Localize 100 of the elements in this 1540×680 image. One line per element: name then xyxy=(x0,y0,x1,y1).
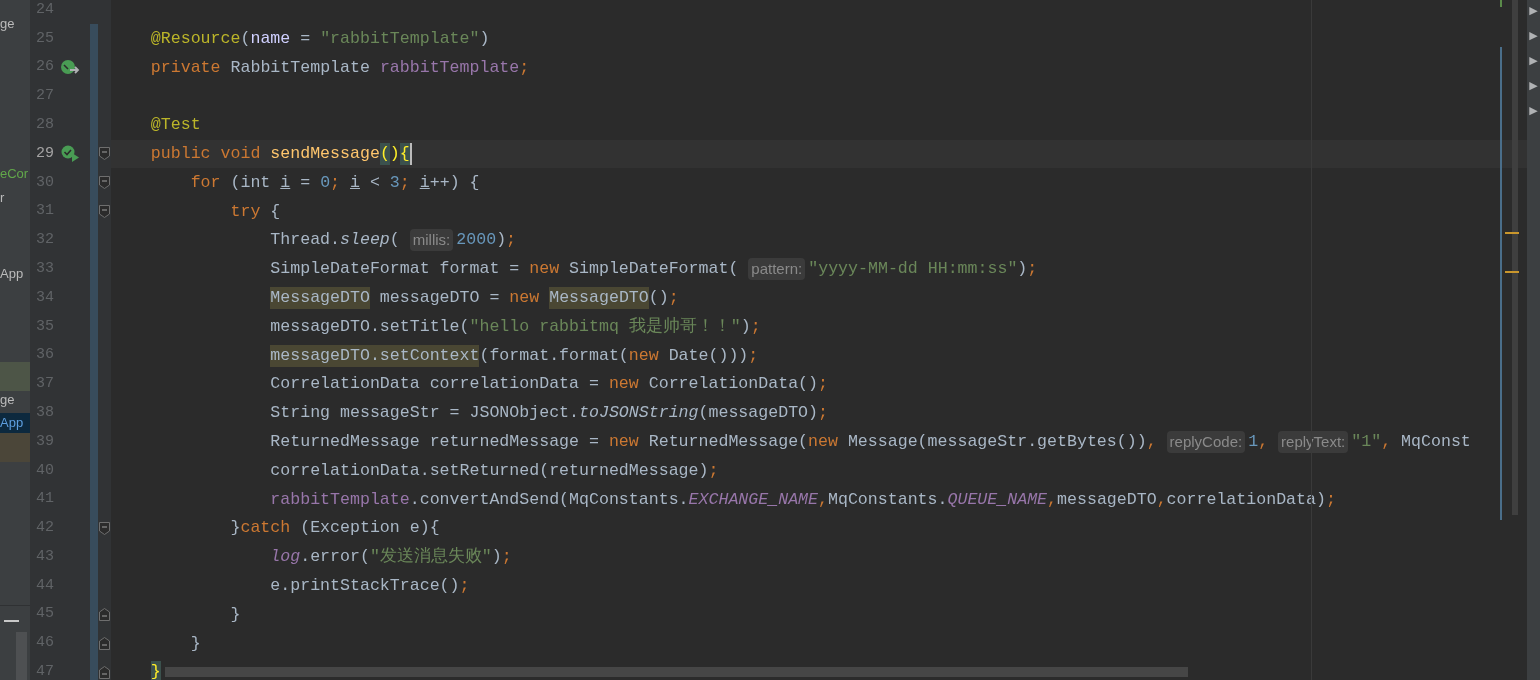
run-icon[interactable] xyxy=(60,145,80,163)
code-text: .error( xyxy=(300,546,370,569)
number-literal: 3 xyxy=(389,171,400,194)
tree-item-label[interactable]: ge xyxy=(0,392,15,407)
implementation-icon[interactable] xyxy=(60,58,80,77)
code-text: ( xyxy=(240,27,251,50)
code-text: ) xyxy=(491,546,502,569)
keyword: , xyxy=(1146,430,1157,453)
code-text: { xyxy=(269,200,281,223)
keyword: , xyxy=(818,488,828,511)
annotation-attribute: name xyxy=(250,27,291,50)
keyword: for xyxy=(190,171,221,194)
code-text: ReturnedMessage returnedMessage = xyxy=(270,430,600,453)
fold-end-icon[interactable] xyxy=(99,637,110,651)
number-literal: 0 xyxy=(320,171,331,194)
code-text: = xyxy=(299,171,312,194)
code-text: } xyxy=(190,632,201,655)
string-literal: "发送消息失败" xyxy=(369,546,492,569)
horizontal-scrollbar[interactable] xyxy=(165,667,1188,677)
fold-end-icon[interactable] xyxy=(99,608,110,622)
code-text: String messageStr = JSONObject. xyxy=(270,402,579,425)
keyword: ; xyxy=(330,171,342,194)
keyword: ; xyxy=(708,459,719,482)
expand-arrow[interactable]: ▶ xyxy=(1529,51,1538,70)
keyword: , xyxy=(1258,430,1269,453)
highlighted-row[interactable] xyxy=(0,433,30,462)
tree-item-label[interactable]: App xyxy=(0,266,24,281)
parameter-hint: pattern: xyxy=(748,258,806,281)
tree-item-label[interactable]: eCor xyxy=(0,166,29,181)
keyword: catch xyxy=(240,517,291,540)
highlighted-usage: messageDTO.setContext xyxy=(270,344,480,367)
warning-stripe-mark[interactable] xyxy=(1505,232,1519,234)
field-name: rabbitTemplate xyxy=(270,488,410,511)
keyword: ; xyxy=(750,315,761,338)
warning-stripe-mark[interactable] xyxy=(1505,271,1519,273)
annotation: @Resource xyxy=(150,27,241,50)
code-text: } xyxy=(230,603,241,626)
code-text: ) xyxy=(1017,258,1028,281)
fold-icon[interactable] xyxy=(99,521,110,535)
code-text: messageDTO.setTitle( xyxy=(270,315,470,338)
code-text: ++) { xyxy=(429,171,480,194)
change-stripe-mark xyxy=(1500,0,1502,7)
fold-icon[interactable] xyxy=(99,176,110,190)
highlighted-row[interactable] xyxy=(0,362,30,391)
code-text: ReturnedMessage( xyxy=(647,430,809,453)
line-number: 29 xyxy=(35,143,54,164)
number-literal: 2000 xyxy=(456,229,497,252)
tree-item-label[interactable]: ge xyxy=(0,16,15,31)
change-marker[interactable] xyxy=(90,657,98,680)
constant-name: log xyxy=(270,546,301,569)
number-literal: 1 xyxy=(1248,430,1259,453)
fold-icon[interactable] xyxy=(99,147,110,161)
code-text: ) xyxy=(479,27,490,50)
code-text: } xyxy=(230,517,241,540)
expand-arrow[interactable]: ▶ xyxy=(1529,26,1538,45)
keyword: ; xyxy=(668,286,679,309)
string-literal: "rabbitTemplate" xyxy=(320,27,480,50)
keyword: ; xyxy=(459,574,470,597)
highlighted-usage: MessageDTO xyxy=(549,286,649,309)
code-text: RabbitTemplate xyxy=(229,56,371,79)
highlighted-usage: MessageDTO xyxy=(270,286,370,309)
code-text: messageDTO = xyxy=(378,286,501,309)
string-literal: "1" xyxy=(1351,430,1382,453)
fold-icon[interactable] xyxy=(99,205,110,219)
matched-brace: } xyxy=(150,661,161,680)
tree-item[interactable]: App xyxy=(0,413,30,433)
method-name: toJSONString xyxy=(579,402,699,425)
expand-arrow[interactable]: ▶ xyxy=(1529,101,1538,120)
matched-brace: ( xyxy=(379,143,390,165)
change-marker[interactable] xyxy=(90,24,98,54)
code-text: correlationData.setReturned(returnedMessage) xyxy=(270,459,709,482)
keyword: try xyxy=(230,200,261,223)
keyword: new xyxy=(808,430,838,453)
expand-arrow[interactable]: ▶ xyxy=(1529,76,1538,95)
scrollbar-thumb[interactable] xyxy=(1512,0,1518,515)
code-text: (format.format( xyxy=(479,344,629,367)
parameter-hint: replyText: xyxy=(1278,430,1349,453)
tree-item-label[interactable]: r xyxy=(0,190,5,205)
annotation: @Test xyxy=(150,114,201,137)
keyword: new xyxy=(509,286,541,309)
code-text: CorrelationData() xyxy=(647,373,818,396)
code-text: ) xyxy=(740,315,751,338)
keyword: new xyxy=(608,373,639,396)
keyword: ; xyxy=(1027,258,1038,281)
keyword: , xyxy=(1156,488,1167,511)
constant-name: QUEUE_NAME xyxy=(947,488,1048,511)
code-text: ( xyxy=(389,229,400,252)
code-text: messageDTO xyxy=(1057,488,1157,511)
fold-end-icon[interactable] xyxy=(99,665,110,679)
keyword: public void xyxy=(150,143,262,165)
method-name: sendMessage xyxy=(270,143,380,165)
code-text: SimpleDateFormat format = xyxy=(270,258,521,281)
expand-arrow[interactable]: ▶ xyxy=(1529,1,1538,20)
code-text: (int xyxy=(229,171,272,194)
code-text: .convertAndSend(MqConstants. xyxy=(409,488,689,511)
code-text: MqConst xyxy=(1400,430,1471,453)
keyword: ; xyxy=(748,344,759,367)
string-literal: "hello rabbitmq 我是帅哥！！" xyxy=(469,315,741,338)
keyword: new xyxy=(608,430,639,453)
parameter-hint: replyCode: xyxy=(1166,430,1246,453)
